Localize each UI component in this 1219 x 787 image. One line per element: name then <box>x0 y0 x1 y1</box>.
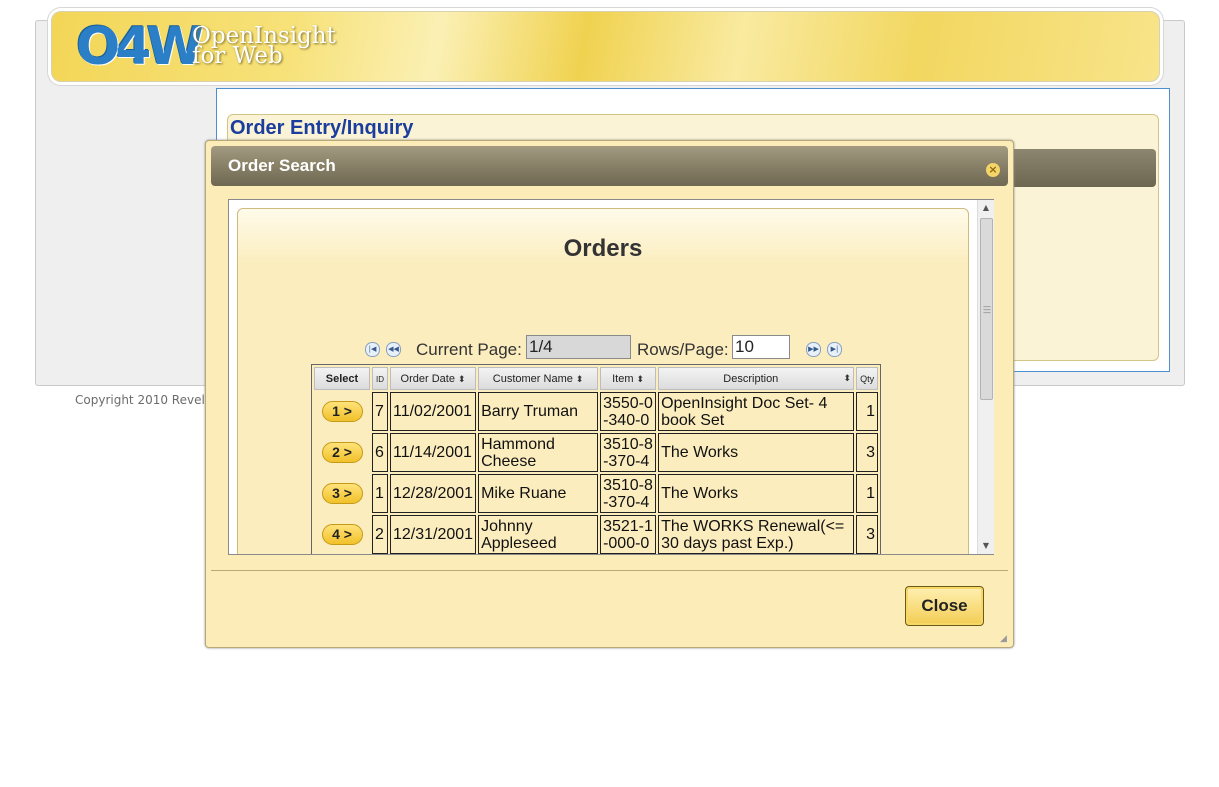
column-label: Description <box>723 372 779 385</box>
customer-cell: Johnny Appleseed <box>478 515 599 554</box>
column-label: Select <box>325 372 359 385</box>
rows-per-page-input[interactable] <box>732 335 790 359</box>
qty-cell: 1 <box>856 474 879 513</box>
select-cell: 1 > <box>314 392 370 431</box>
select-cell: 3 > <box>314 474 370 513</box>
item-cell: 3510-8-370-4 <box>600 474 657 513</box>
resize-grip-icon[interactable]: ◢ <box>1000 634 1010 644</box>
previous-page-icon[interactable]: ◀◀ <box>386 342 401 357</box>
column-label: Qty <box>860 373 875 384</box>
date-cell: 11/02/2001 <box>390 392 477 431</box>
column-header-item[interactable]: Item ⬍ <box>600 367 657 390</box>
o4w-logo: O4W <box>76 17 204 77</box>
date-cell: 12/28/2001 <box>390 474 477 513</box>
id-cell: 6 <box>372 433 388 472</box>
id-cell: 1 <box>372 474 388 513</box>
order-search-dialog: Order Search × Orders |◀ ◀◀ Current Page… <box>205 140 1014 648</box>
orders-table: Select ID Order Date ⬍ Customer Name ⬍ Ite… <box>311 364 882 554</box>
description-cell: OpenInsight Doc Set- 4 book Set <box>658 392 855 431</box>
page-title: Order Entry/Inquiry <box>230 117 414 139</box>
first-page-icon[interactable]: |◀ <box>365 342 380 357</box>
dialog-title: Order Search <box>228 156 336 175</box>
column-header-select: Select <box>314 367 370 390</box>
customer-cell: Hammond Cheese <box>478 433 599 472</box>
column-header-qty[interactable]: Qty <box>856 367 879 390</box>
sort-icon: ⬍ <box>575 373 584 384</box>
column-header-description[interactable]: Description ⬍ <box>658 367 855 390</box>
qty-cell: 3 <box>856 433 879 472</box>
scroll-up-arrow-icon[interactable]: ▲ <box>978 200 994 216</box>
copyright-text: Copyright 2010 Revela <box>75 393 213 407</box>
customer-cell: Barry Truman <box>478 392 599 431</box>
sort-icon: ⬍ <box>457 373 466 384</box>
rows-per-page-label: Rows/Page: <box>637 340 729 359</box>
column-header-id[interactable]: ID <box>372 367 388 390</box>
column-header-customer-name[interactable]: Customer Name ⬍ <box>478 367 599 390</box>
header-banner: O4W OpenInsight for Web <box>51 11 1160 82</box>
select-cell: 2 > <box>314 433 370 472</box>
current-page-input[interactable] <box>526 335 631 359</box>
item-cell: 3521-1-000-0 <box>600 515 657 554</box>
table-row: 3 > 1 12/28/2001 Mike Ruane 3510-8-370-4… <box>314 474 879 513</box>
scroll-down-arrow-icon[interactable]: ▼ <box>978 538 994 554</box>
select-row-button[interactable]: 1 > <box>321 401 363 422</box>
last-page-icon[interactable]: ▶| <box>827 342 842 357</box>
description-cell: The Works <box>658 474 855 513</box>
description-cell: The Works <box>658 433 855 472</box>
id-cell: 7 <box>372 392 388 431</box>
description-cell: The WORKS Renewal(<= 30 days past Exp.) <box>658 515 855 554</box>
logo-line-2: for Web <box>192 43 283 69</box>
date-cell: 11/14/2001 <box>390 433 477 472</box>
table-row: 1 > 7 11/02/2001 Barry Truman 3550-0-340… <box>314 392 879 431</box>
id-cell: 2 <box>372 515 388 554</box>
sort-icon: ⬍ <box>636 373 645 384</box>
select-row-button[interactable]: 4 > <box>321 524 363 545</box>
openinsight-logo-text: OpenInsight for Web <box>192 25 336 69</box>
item-cell: 3510-8-370-4 <box>600 433 657 472</box>
grip-icon: — — — <box>983 302 991 317</box>
column-label: Item <box>612 372 634 385</box>
table-header-row: Select ID Order Date ⬍ Customer Name ⬍ Ite… <box>314 367 879 390</box>
dialog-scrollbar[interactable]: ▲ — — — ▼ <box>977 200 994 554</box>
select-row-button[interactable]: 3 > <box>321 483 363 504</box>
item-cell: 3550-0-340-0 <box>600 392 657 431</box>
column-header-order-date[interactable]: Order Date ⬍ <box>390 367 477 390</box>
close-button[interactable]: Close <box>905 586 984 626</box>
orders-panel: Orders |◀ ◀◀ Current Page: Rows/Page: ▶▶… <box>237 208 969 554</box>
select-cell: 4 > <box>314 515 370 554</box>
column-label: Customer Name <box>492 372 573 385</box>
dialog-titlebar[interactable]: Order Search × <box>211 146 1008 186</box>
next-page-icon[interactable]: ▶▶ <box>806 342 821 357</box>
qty-cell: 1 <box>856 392 879 431</box>
column-label: Order Date <box>400 372 455 385</box>
close-icon[interactable]: × <box>986 163 1000 177</box>
footer-divider <box>211 570 1008 571</box>
table-row: 4 > 2 12/31/2001 Johnny Appleseed 3521-1… <box>314 515 879 554</box>
pager: |◀ ◀◀ Current Page: Rows/Page: ▶▶ ▶| <box>238 334 968 362</box>
current-page-label: Current Page: <box>416 340 522 359</box>
date-cell: 12/31/2001 <box>390 515 477 554</box>
customer-cell: Mike Ruane <box>478 474 599 513</box>
orders-heading: Orders <box>563 235 643 262</box>
qty-cell: 3 <box>856 515 879 554</box>
column-label: ID <box>376 374 384 384</box>
sort-icon: ⬍ <box>843 372 852 383</box>
dialog-body: Orders |◀ ◀◀ Current Page: Rows/Page: ▶▶… <box>228 199 994 555</box>
scroll-thumb[interactable]: — — — <box>980 218 993 400</box>
select-row-button[interactable]: 2 > <box>321 442 363 463</box>
table-row: 2 > 6 11/14/2001 Hammond Cheese 3510-8-3… <box>314 433 879 472</box>
